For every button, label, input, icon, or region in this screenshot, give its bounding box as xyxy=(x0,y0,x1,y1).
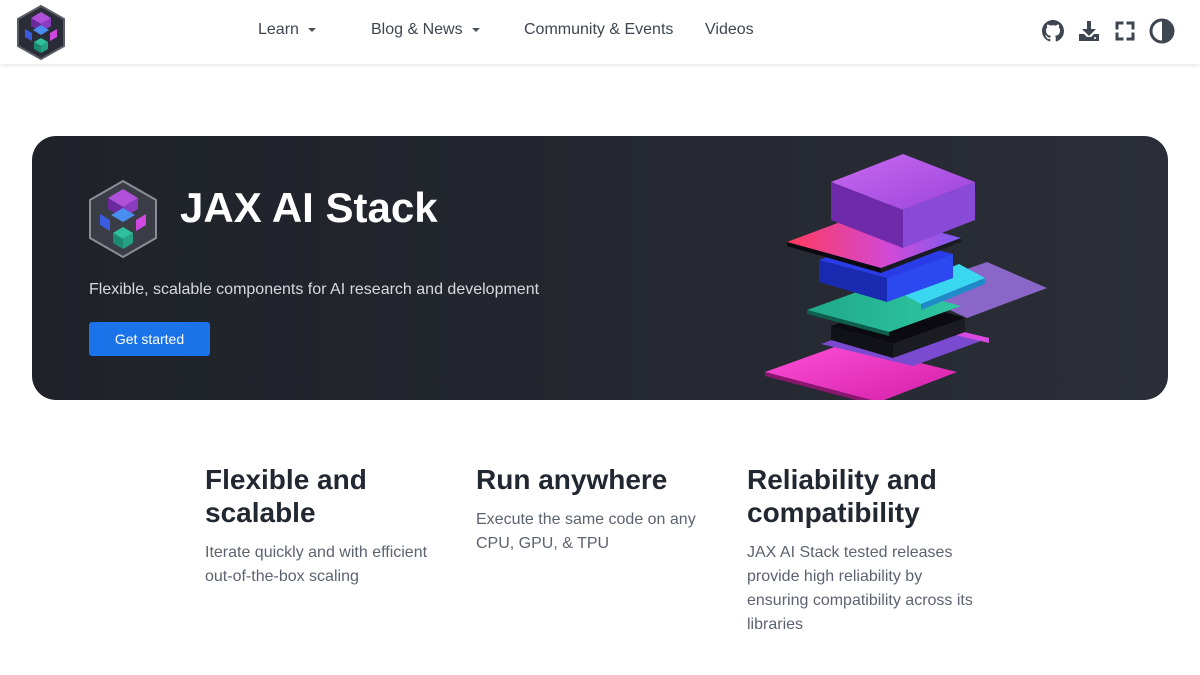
feature-title: Flexible and scalable xyxy=(205,464,367,528)
nav-community-events[interactable]: Community & Events xyxy=(524,21,673,39)
fullscreen-icon[interactable] xyxy=(1112,18,1138,44)
stacked-layers-illustration xyxy=(765,154,1047,400)
jax-ai-stack-logo-icon xyxy=(89,180,157,258)
nav-blog-news-label: Blog & News xyxy=(371,21,463,38)
top-navbar: Learn Blog & News Community & Events Vid… xyxy=(0,0,1200,64)
chevron-down-icon xyxy=(307,28,316,32)
nav-learn-label: Learn xyxy=(258,21,299,38)
nav-videos-label: Videos xyxy=(705,21,754,38)
nav-learn[interactable]: Learn xyxy=(258,21,316,39)
nav-videos[interactable]: Videos xyxy=(705,21,754,39)
feature-description: Execute the same code on any CPU, GPU, &… xyxy=(476,511,696,552)
feature-run-anywhere: Run anywhere Execute the same code on an… xyxy=(476,463,716,556)
feature-title: Reliability and compatibility xyxy=(747,464,937,528)
feature-reliability-compatibility: Reliability and compatibility JAX AI Sta… xyxy=(747,463,987,637)
feature-title: Run anywhere xyxy=(476,464,668,495)
github-icon[interactable] xyxy=(1040,18,1066,44)
download-icon[interactable] xyxy=(1076,18,1102,44)
feature-description: JAX AI Stack tested releases provide hig… xyxy=(747,544,973,633)
nav-blog-news[interactable]: Blog & News xyxy=(371,21,480,39)
nav-community-events-label: Community & Events xyxy=(524,21,674,38)
get-started-button[interactable]: Get started xyxy=(89,322,210,356)
feature-flexible-scalable: Flexible and scalable Iterate quickly an… xyxy=(205,463,445,589)
theme-toggle-icon[interactable] xyxy=(1149,18,1175,44)
feature-description: Iterate quickly and with efficient out-o… xyxy=(205,544,428,585)
hero-banner: JAX AI Stack Flexible, scalable componen… xyxy=(32,136,1168,400)
hero-subtitle: Flexible, scalable components for AI res… xyxy=(89,281,540,298)
hero-title: JAX AI Stack xyxy=(180,184,438,231)
chevron-down-icon xyxy=(471,28,480,32)
jax-logo-icon[interactable] xyxy=(16,5,66,60)
